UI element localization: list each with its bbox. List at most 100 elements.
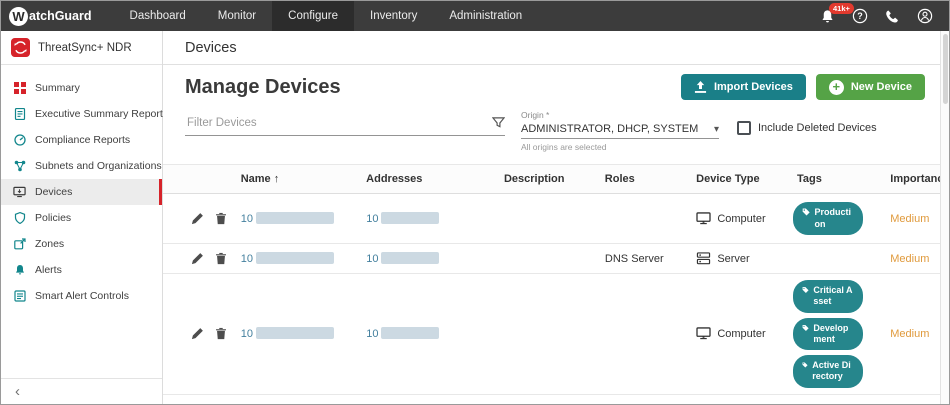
device-type: Server: [688, 252, 789, 265]
product-header: ThreatSync+ NDR: [1, 31, 162, 65]
device-name[interactable]: 10: [233, 252, 359, 265]
watchguard-logo[interactable]: W atchGuard: [1, 6, 104, 26]
product-name: ThreatSync+ NDR: [38, 41, 132, 54]
tag-icon: [802, 287, 809, 293]
table-row[interactable]: 192 192 Computer Medium: [163, 395, 949, 405]
filter-devices-input[interactable]: [185, 115, 492, 130]
scrollbar-thumb[interactable]: [942, 34, 948, 104]
redacted-name: [255, 252, 334, 264]
trash-icon: [216, 328, 226, 340]
sidebar-menu: Summary Executive Summary Report Complia…: [1, 65, 163, 309]
sidebar-item-alerts[interactable]: Alerts: [1, 257, 162, 283]
sidebar-item-zones[interactable]: Zones: [1, 231, 162, 257]
nav-monitor[interactable]: Monitor: [202, 1, 272, 31]
import-devices-button[interactable]: Import Devices: [680, 74, 806, 100]
delete-button[interactable]: [215, 327, 227, 340]
notifications-button[interactable]: 41k+: [820, 2, 854, 24]
origin-hint: All origins are selected: [521, 142, 607, 152]
edit-button[interactable]: [191, 327, 204, 340]
network-icon: [13, 160, 26, 172]
threatsync-logo-icon: [11, 38, 30, 57]
device-tags: Critical Asset Development Active Direct…: [789, 274, 882, 394]
computer-icon: [696, 212, 711, 225]
pencil-icon: [191, 213, 203, 225]
new-device-button[interactable]: + New Device: [815, 74, 925, 100]
monitor-icon: [13, 186, 26, 198]
phone-support-button[interactable]: [885, 9, 900, 24]
sidebar-item-subnets-and-organizations[interactable]: Subnets and Organizations: [1, 153, 162, 179]
svg-text:?: ?: [857, 11, 863, 21]
origin-select[interactable]: Origin * ADMINISTRATOR, DHCP, SYSTEM ▾ A…: [521, 110, 719, 152]
sidebar-item-label: Alerts: [35, 264, 62, 276]
device-address: 10: [358, 252, 496, 265]
watchguard-logo-icon: W: [9, 6, 28, 26]
upload-icon: [694, 80, 707, 93]
delete-button[interactable]: [215, 252, 227, 265]
trash-icon: [216, 252, 226, 265]
device-tags: Production: [789, 196, 882, 241]
trash-icon: [216, 212, 226, 225]
help-icon: ?: [852, 8, 868, 24]
gauge-icon: [13, 134, 26, 146]
header-description[interactable]: Description: [496, 173, 597, 185]
sort-ascending-icon: ↑: [273, 173, 280, 185]
sidebar-item-executive-summary-report[interactable]: Executive Summary Report: [1, 101, 163, 127]
account-button[interactable]: [917, 8, 933, 24]
shield-icon: [13, 212, 26, 224]
include-deleted-checkbox[interactable]: [737, 121, 751, 135]
redacted-address: [381, 212, 440, 224]
edit-button[interactable]: [191, 212, 204, 225]
table-row[interactable]: 10 10 Computer Critical Asset Developmen…: [163, 274, 949, 395]
header-importance[interactable]: Importance: [882, 173, 949, 185]
server-icon: [697, 252, 711, 265]
nav-dashboard[interactable]: Dashboard: [114, 1, 202, 31]
nav-inventory[interactable]: Inventory: [354, 1, 433, 31]
header-tags[interactable]: Tags: [789, 173, 882, 185]
redacted-address: [381, 252, 440, 264]
table-row[interactable]: 10 10 DNS Server Server Medium: [163, 244, 949, 274]
sidebar-item-label: Executive Summary Report: [35, 108, 163, 120]
include-deleted-devices-toggle[interactable]: Include Deleted Devices: [737, 121, 877, 135]
sidebar-item-smart-alert-controls[interactable]: Smart Alert Controls: [1, 283, 162, 309]
header-device-type[interactable]: Device Type: [688, 173, 789, 185]
device-name[interactable]: 10: [233, 212, 359, 225]
sidebar: ThreatSync+ NDR Summary Executive Summar…: [1, 31, 163, 404]
tag-chip: Production: [793, 202, 864, 235]
delete-button[interactable]: [215, 212, 227, 225]
header-roles[interactable]: Roles: [597, 173, 688, 185]
grid-icon: [13, 82, 26, 94]
notification-badge: 41k+: [829, 2, 854, 14]
sidebar-item-policies[interactable]: Policies: [1, 205, 162, 231]
plus-icon: +: [828, 79, 844, 95]
alert-bell-icon: [13, 264, 26, 276]
sidebar-item-devices[interactable]: Devices: [1, 179, 162, 205]
device-name[interactable]: 10: [233, 327, 359, 340]
sidebar-item-compliance-reports[interactable]: Compliance Reports: [1, 127, 162, 153]
tag-icon: [802, 208, 810, 216]
sidebar-item-label: Subnets and Organizations: [35, 160, 162, 172]
nav-administration[interactable]: Administration: [433, 1, 538, 31]
section-heading: Manage Devices: [185, 76, 341, 98]
device-importance: Medium: [890, 252, 930, 265]
sidebar-collapse-button[interactable]: ‹: [1, 378, 162, 404]
sidebar-item-summary[interactable]: Summary: [1, 75, 162, 101]
account-icon: [917, 8, 933, 24]
vertical-scrollbar[interactable]: [940, 31, 949, 404]
tag-icon: [802, 324, 809, 331]
header-name[interactable]: Name ↑: [233, 173, 358, 185]
device-type: Computer: [688, 212, 789, 225]
help-button[interactable]: ?: [852, 8, 868, 24]
sidebar-item-label: Devices: [35, 186, 73, 198]
report-icon: [13, 108, 26, 120]
tag-chip: Active Directory: [793, 355, 864, 388]
tag-chip: Development: [793, 317, 864, 350]
filter-icon[interactable]: [492, 116, 505, 129]
nav-configure[interactable]: Configure: [272, 1, 355, 31]
filter-devices-field: [185, 110, 505, 136]
table-row[interactable]: 10 10 Computer Production Medium: [163, 194, 949, 244]
edit-button[interactable]: [191, 252, 204, 265]
table-header-row: Name ↑ Addresses Description Roles Devic…: [163, 164, 949, 194]
chevron-left-icon: ‹: [15, 383, 20, 400]
device-type: Computer: [688, 327, 789, 340]
header-addresses[interactable]: Addresses: [358, 173, 496, 185]
